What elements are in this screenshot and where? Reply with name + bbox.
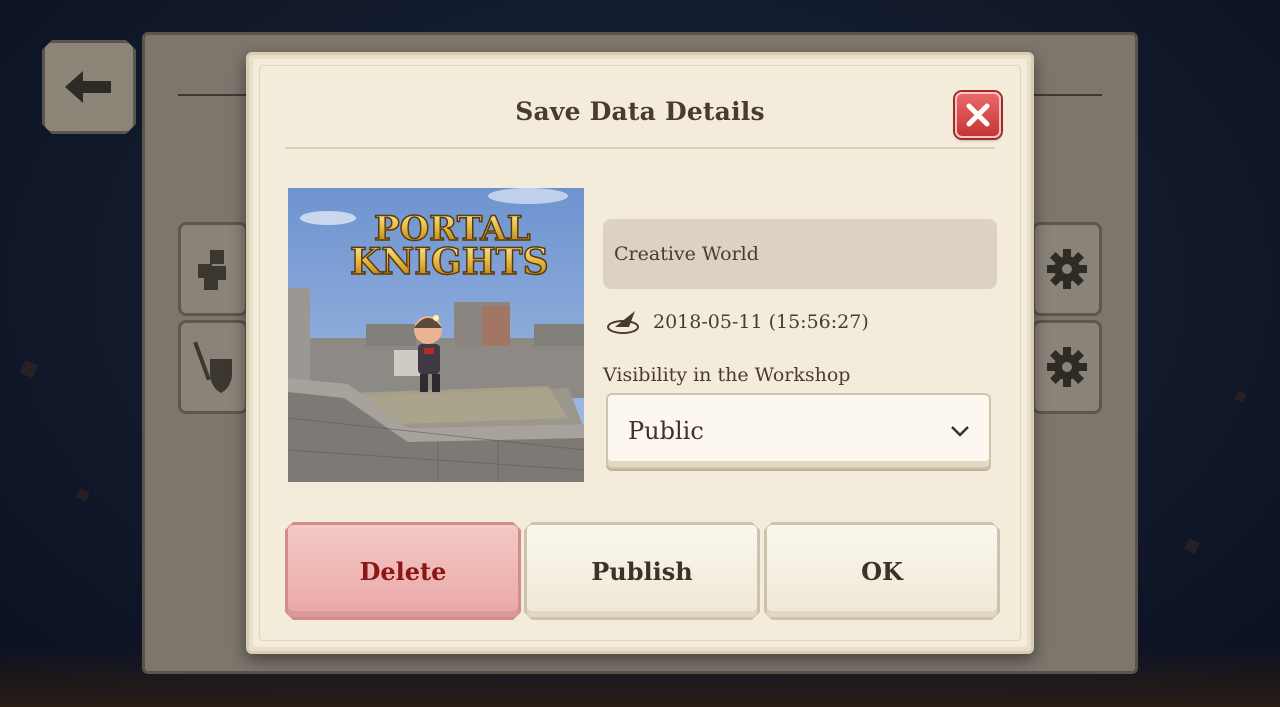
blocks-icon [198, 250, 226, 290]
background-blocks-button[interactable] [178, 222, 248, 316]
background-debris [1234, 390, 1247, 403]
background-divider [1034, 94, 1102, 96]
background-debris [1184, 538, 1200, 554]
arrow-left-icon [61, 67, 117, 107]
chevron-down-icon [951, 426, 969, 437]
background-divider [178, 94, 248, 96]
save-data-details-dialog: Save Data Details PORTAL KNIGHTS Creativ… [246, 52, 1034, 654]
visibility-dropdown[interactable]: Public [606, 393, 991, 469]
world-name: Creative World [614, 243, 759, 265]
saved-date: 2018-05-11 (15:56:27) [653, 311, 869, 333]
background-debris [19, 359, 39, 379]
close-icon [966, 103, 990, 127]
visibility-value: Public [628, 417, 704, 445]
logo-line2: KNIGHTS [350, 241, 549, 283]
delete-button[interactable]: Delete [285, 522, 521, 620]
background-settings-button[interactable] [1032, 320, 1102, 414]
background-settings-button[interactable] [1032, 222, 1102, 316]
back-button[interactable] [42, 40, 136, 134]
background-combat-button[interactable] [178, 320, 248, 414]
ok-button[interactable]: OK [764, 522, 1000, 620]
dialog-title: Save Data Details [515, 97, 765, 126]
gear-icon [1047, 249, 1087, 289]
sword-shield-icon [193, 341, 232, 393]
close-button[interactable] [955, 92, 1001, 138]
sundial-icon [607, 311, 639, 334]
title-divider [285, 147, 995, 149]
publish-button[interactable]: Publish [524, 522, 760, 620]
saved-date-row: 2018-05-11 (15:56:27) [605, 307, 869, 337]
visibility-label: Visibility in the Workshop [603, 364, 851, 386]
background-debris [76, 488, 90, 502]
world-thumbnail: PORTAL KNIGHTS [288, 188, 584, 482]
gear-icon [1047, 347, 1087, 387]
world-name-field: Creative World [603, 219, 997, 289]
